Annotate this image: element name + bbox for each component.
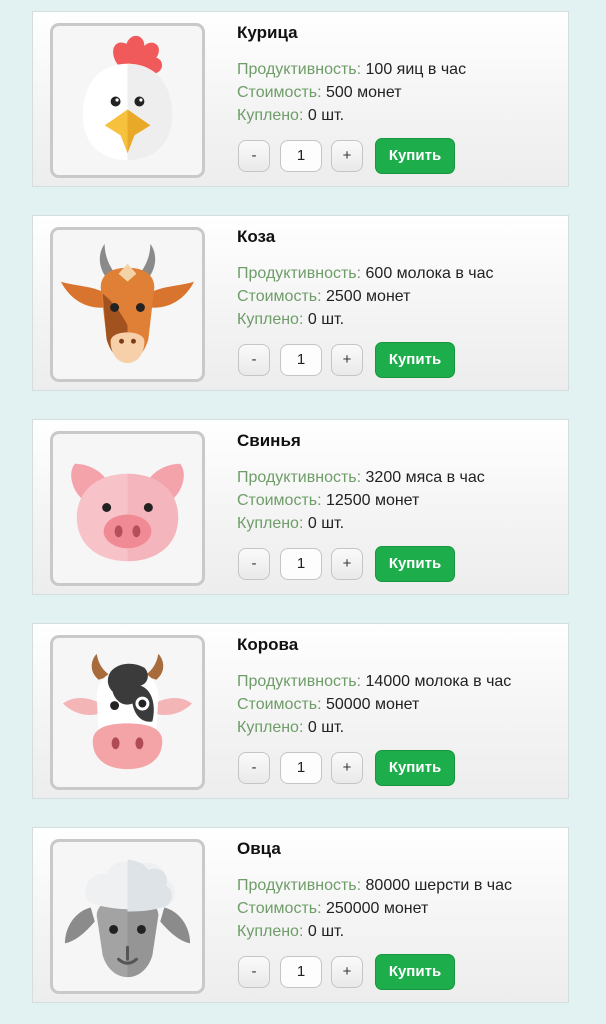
- animal-card-pig: Свинья Продуктивность: 3200 мяса в час С…: [32, 419, 569, 595]
- bought-line: Куплено: 0 шт.: [237, 104, 557, 127]
- productivity-label: Продуктивность:: [237, 265, 362, 282]
- decrement-button[interactable]: -: [238, 140, 270, 172]
- bought-label: Куплено:: [237, 719, 304, 736]
- bought-value: 0 шт.: [307, 719, 345, 736]
- animal-card-chicken: Курица Продуктивность: 100 яиц в час Сто…: [32, 11, 569, 187]
- bought-label: Куплено:: [237, 107, 304, 124]
- quantity-field[interactable]: 1: [280, 344, 322, 376]
- bought-label: Куплено:: [237, 515, 304, 532]
- buy-button[interactable]: Купить: [375, 342, 455, 378]
- bought-line: Куплено: 0 шт.: [237, 308, 557, 331]
- quantity-field[interactable]: 1: [280, 548, 322, 580]
- cost-value: 50000 монет: [326, 696, 420, 713]
- animal-name: Курица: [237, 23, 298, 42]
- productivity-label: Продуктивность:: [237, 61, 362, 78]
- pig-face-icon: [50, 431, 205, 586]
- quantity-field[interactable]: 1: [280, 752, 322, 784]
- increment-button[interactable]: +: [331, 956, 363, 988]
- cost-line: Стоимость: 50000 монет: [237, 693, 557, 716]
- productivity-line: Продуктивность: 600 молока в час: [237, 262, 557, 285]
- cow-face-icon: [50, 635, 205, 790]
- bought-line: Куплено: 0 шт.: [237, 920, 557, 943]
- cost-line: Стоимость: 2500 монет: [237, 285, 557, 308]
- cost-label: Стоимость:: [237, 696, 322, 713]
- productivity-value: 100 яиц в час: [365, 61, 467, 78]
- productivity-line: Продуктивность: 14000 молока в час: [237, 670, 557, 693]
- decrement-button[interactable]: -: [238, 548, 270, 580]
- sheep-face-icon: [50, 839, 205, 994]
- cost-value: 500 монет: [326, 84, 402, 101]
- decrement-button[interactable]: -: [238, 956, 270, 988]
- buy-button[interactable]: Купить: [375, 954, 455, 990]
- decrement-button[interactable]: -: [238, 344, 270, 376]
- increment-button[interactable]: +: [331, 140, 363, 172]
- chicken-face-icon: [50, 23, 205, 178]
- cost-label: Стоимость:: [237, 900, 322, 917]
- bought-value: 0 шт.: [307, 923, 345, 940]
- bought-value: 0 шт.: [307, 515, 345, 532]
- productivity-value: 14000 молока в час: [365, 673, 512, 690]
- productivity-value: 600 молока в час: [365, 265, 494, 282]
- bought-line: Куплено: 0 шт.: [237, 512, 557, 535]
- cost-label: Стоимость:: [237, 492, 322, 509]
- bought-value: 0 шт.: [307, 311, 345, 328]
- productivity-label: Продуктивность:: [237, 673, 362, 690]
- cost-value: 2500 монет: [326, 288, 411, 305]
- bought-value: 0 шт.: [307, 107, 345, 124]
- productivity-line: Продуктивность: 80000 шерсти в час: [237, 874, 557, 897]
- productivity-value: 80000 шерсти в час: [365, 877, 512, 894]
- productivity-value: 3200 мяса в час: [365, 469, 485, 486]
- cost-value: 250000 монет: [326, 900, 429, 917]
- productivity-label: Продуктивность:: [237, 469, 362, 486]
- animal-card-goat: Коза Продуктивность: 600 молока в час Ст…: [32, 215, 569, 391]
- cost-line: Стоимость: 12500 монет: [237, 489, 557, 512]
- productivity-line: Продуктивность: 100 яиц в час: [237, 58, 557, 81]
- buy-button[interactable]: Купить: [375, 546, 455, 582]
- increment-button[interactable]: +: [331, 752, 363, 784]
- increment-button[interactable]: +: [331, 548, 363, 580]
- goat-face-icon: [50, 227, 205, 382]
- quantity-field[interactable]: 1: [280, 956, 322, 988]
- animal-name: Коза: [237, 227, 276, 246]
- productivity-label: Продуктивность:: [237, 877, 362, 894]
- quantity-field[interactable]: 1: [280, 140, 322, 172]
- cost-line: Стоимость: 250000 монет: [237, 897, 557, 920]
- cost-line: Стоимость: 500 монет: [237, 81, 557, 104]
- decrement-button[interactable]: -: [238, 752, 270, 784]
- buy-button[interactable]: Купить: [375, 750, 455, 786]
- animal-card-cow: Корова Продуктивность: 14000 молока в ча…: [32, 623, 569, 799]
- bought-label: Куплено:: [237, 311, 304, 328]
- animal-name: Овца: [237, 839, 281, 858]
- buy-button[interactable]: Купить: [375, 138, 455, 174]
- animal-name: Свинья: [237, 431, 301, 450]
- productivity-line: Продуктивность: 3200 мяса в час: [237, 466, 557, 489]
- cost-label: Стоимость:: [237, 288, 322, 305]
- bought-label: Куплено:: [237, 923, 304, 940]
- bought-line: Куплено: 0 шт.: [237, 716, 557, 739]
- cost-label: Стоимость:: [237, 84, 322, 101]
- animal-card-sheep: Овца Продуктивность: 80000 шерсти в час …: [32, 827, 569, 1003]
- animal-name: Корова: [237, 635, 299, 654]
- cost-value: 12500 монет: [326, 492, 420, 509]
- increment-button[interactable]: +: [331, 344, 363, 376]
